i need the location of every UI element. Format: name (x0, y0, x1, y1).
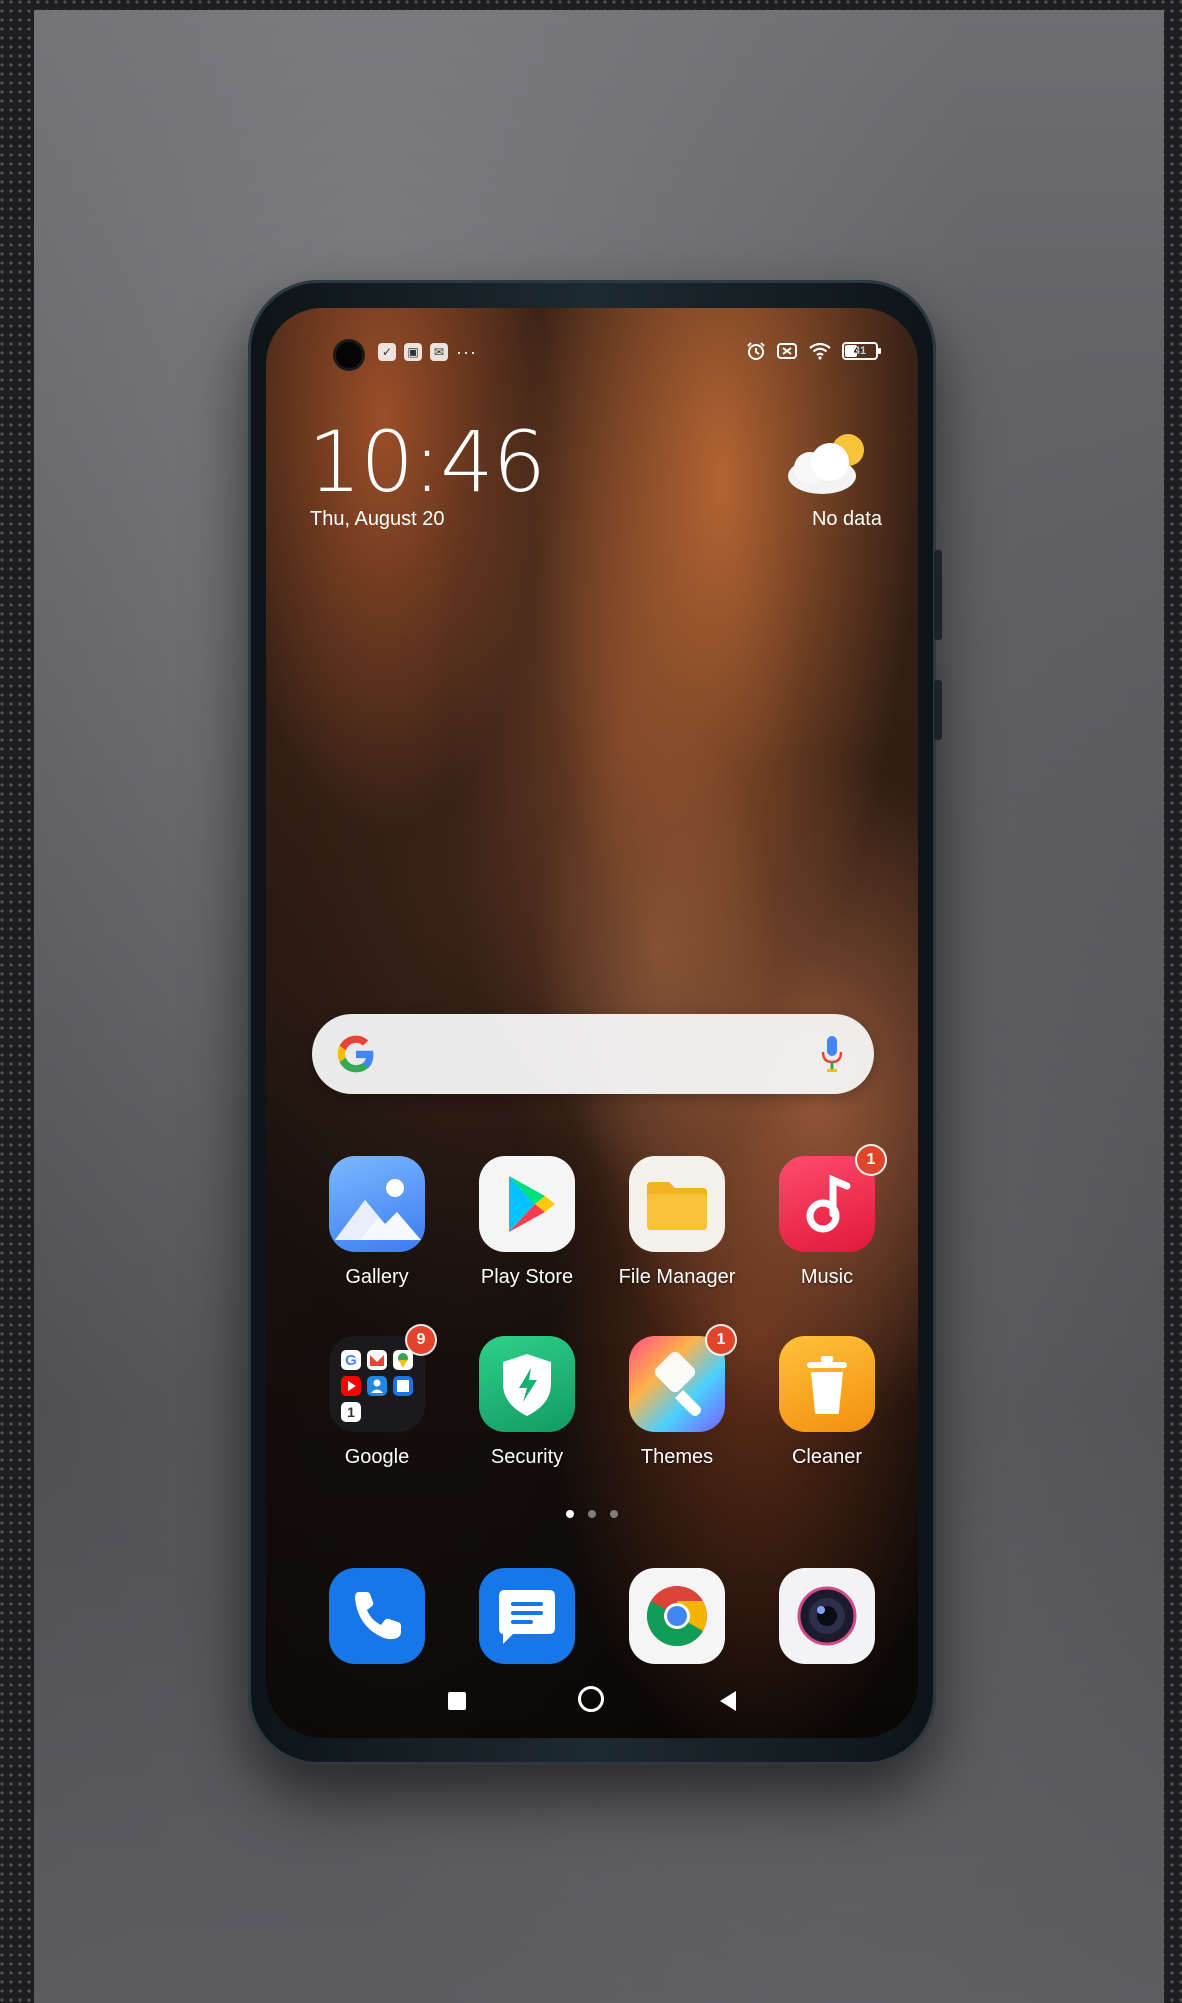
app-dock (312, 1568, 892, 1664)
notification-badge: 1 (857, 1146, 885, 1174)
app-label: Themes (640, 1446, 714, 1468)
microphone-icon[interactable] (820, 1034, 844, 1074)
folder-icon (629, 1156, 725, 1252)
page-dot (610, 1510, 618, 1518)
wifi-icon (809, 342, 831, 360)
front-camera (336, 342, 362, 368)
phone-device: ✓ ▣ ✉ ··· 41 10:46 Thu, August 20 No dat… (248, 280, 942, 1765)
page-indicator (266, 1510, 918, 1518)
app-cleaner[interactable]: Cleaner (762, 1336, 892, 1469)
clock-time[interactable]: 10:46 (308, 420, 546, 504)
battery-level: 41 (853, 345, 867, 357)
app-themes[interactable]: 1 Themes (612, 1326, 742, 1469)
notification-badge: 9 (407, 1326, 435, 1354)
app-security[interactable]: Security (462, 1336, 592, 1469)
phone-icon (329, 1568, 425, 1664)
mail-notification-icon: ✉ (430, 343, 448, 361)
page-dot (588, 1510, 596, 1518)
app-label: Google (344, 1446, 410, 1468)
app-play-store[interactable]: Play Store (462, 1156, 592, 1289)
app-label: Play Store (480, 1266, 574, 1288)
google-search-bar[interactable] (312, 1014, 874, 1094)
page-dot-active (566, 1510, 574, 1518)
home-button[interactable] (578, 1686, 604, 1712)
camera-icon (779, 1568, 875, 1664)
app-label: File Manager (618, 1266, 736, 1288)
app-label: Cleaner (791, 1446, 863, 1468)
dock-chrome[interactable] (612, 1568, 742, 1664)
home-screen: ✓ ▣ ✉ ··· 41 10:46 Thu, August 20 No dat… (266, 308, 918, 1738)
dock-phone[interactable] (312, 1568, 442, 1664)
power-button (934, 680, 942, 740)
navigation-bar (266, 1686, 918, 1716)
volume-button (934, 550, 942, 640)
shield-icon (479, 1336, 575, 1432)
clock-date: Thu, August 20 (310, 508, 445, 530)
messages-icon (479, 1568, 575, 1664)
gallery-icon (329, 1156, 425, 1252)
back-button[interactable] (720, 1691, 736, 1711)
app-label: Music (800, 1266, 854, 1288)
themes-brush-icon: 1 (629, 1326, 735, 1432)
google-folder-icon: G 1 9 (329, 1326, 435, 1432)
app-google-folder[interactable]: G 1 9 Google (312, 1326, 442, 1469)
recent-apps-button[interactable] (448, 1692, 466, 1710)
play-store-icon (479, 1156, 575, 1252)
sim-card-icon (777, 343, 797, 359)
weather-status: No data (811, 508, 882, 530)
app-file-manager[interactable]: File Manager (612, 1156, 742, 1289)
app-music[interactable]: 1 Music (762, 1146, 892, 1289)
svg-text:G: G (345, 1352, 357, 1369)
status-notifications: ✓ ▣ ✉ ··· (378, 343, 477, 361)
status-system-icons: 41 (746, 341, 881, 361)
app-label: Security (490, 1446, 564, 1468)
check-notification-icon: ✓ (378, 343, 396, 361)
weather-cloud-sun-icon[interactable] (770, 428, 880, 500)
app-label: Gallery (345, 1266, 409, 1288)
overflow-notifications: ··· (456, 342, 477, 362)
google-g-icon (337, 1035, 374, 1073)
battery-icon: 41 (842, 342, 881, 360)
alarm-icon (747, 342, 765, 360)
svg-text:1: 1 (347, 1404, 355, 1420)
app-notification-icon: ▣ (404, 343, 422, 361)
trash-icon (779, 1336, 875, 1432)
app-gallery[interactable]: Gallery (312, 1156, 442, 1289)
dock-messages[interactable] (462, 1568, 592, 1664)
chrome-icon (629, 1568, 725, 1664)
notification-badge: 1 (707, 1326, 735, 1354)
music-icon: 1 (779, 1146, 885, 1252)
dock-camera[interactable] (762, 1568, 892, 1664)
